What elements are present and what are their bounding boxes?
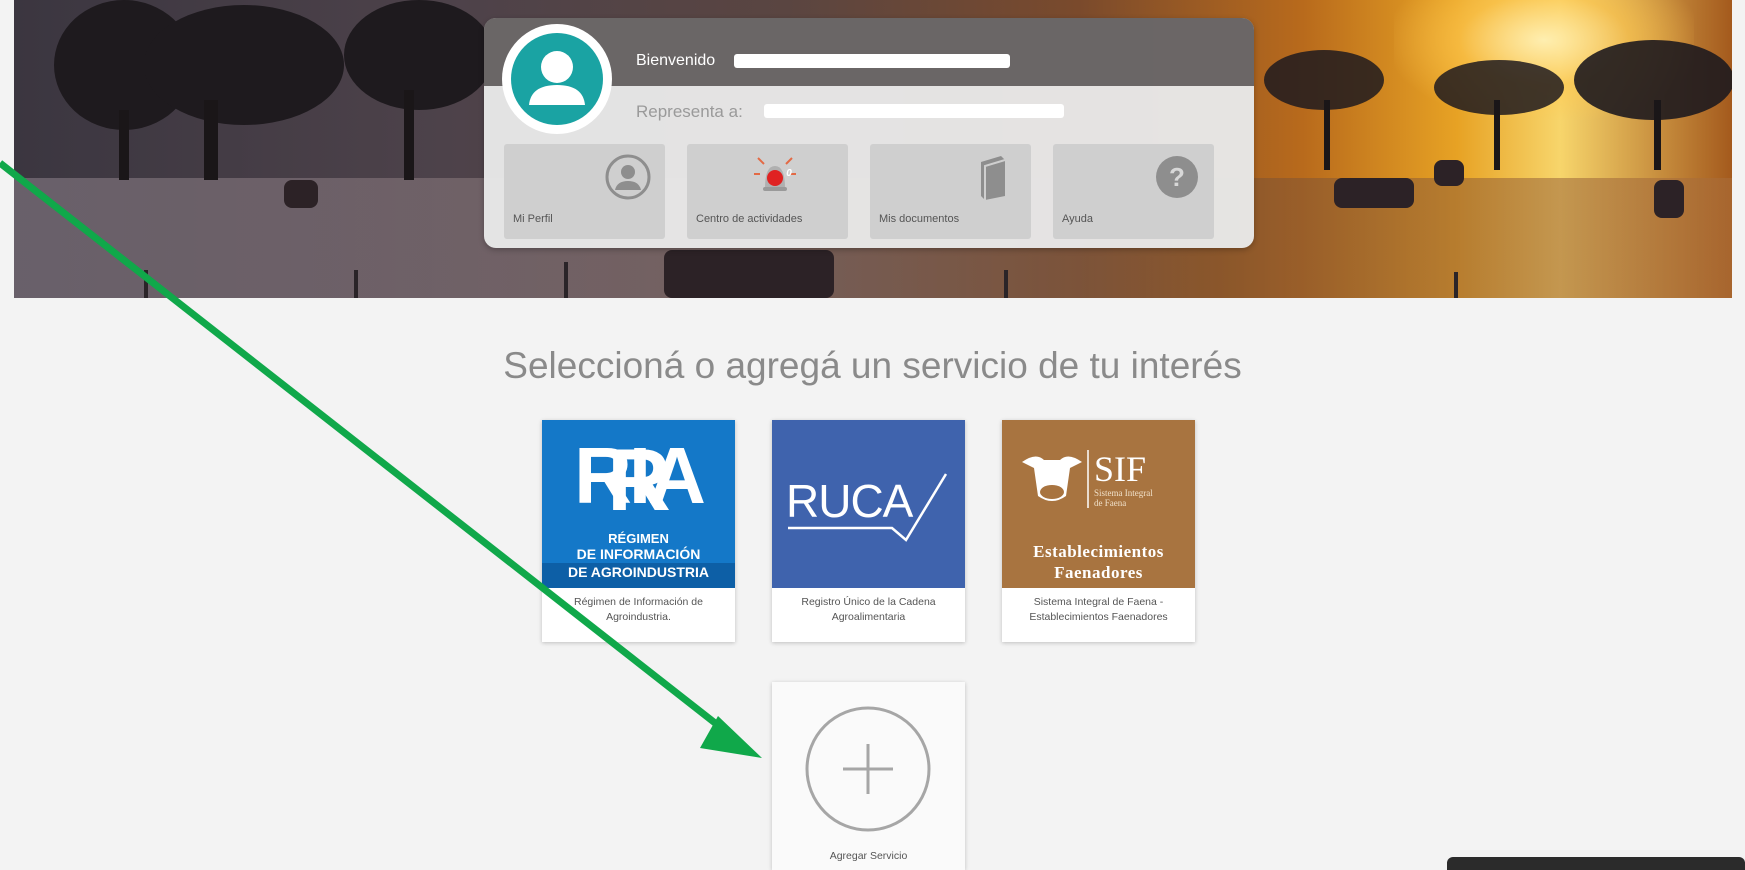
tile-label: Mis documentos bbox=[879, 213, 960, 225]
ria-banner-title: RIA bbox=[574, 431, 706, 520]
cow bbox=[1334, 178, 1414, 208]
fence-post bbox=[144, 270, 148, 298]
fence-post bbox=[1454, 272, 1458, 298]
tile-mi-perfil[interactable]: Mi Perfil bbox=[504, 144, 665, 239]
welcome-label: Bienvenido bbox=[636, 52, 716, 69]
represents-label: Representa a: bbox=[636, 102, 743, 121]
corner-widget[interactable] bbox=[1447, 857, 1745, 870]
tree bbox=[144, 5, 344, 125]
service-card-sif[interactable]: SIF Sistema Integral de Faena Establecim… bbox=[1002, 420, 1195, 642]
welcome-text: Bienvenido bbox=[636, 52, 715, 70]
ria-banner-text: RIA RÉGIMEN DE INFORMACIÓN DE AGROINDUST… bbox=[542, 420, 735, 588]
tree-trunk bbox=[204, 100, 218, 180]
sif-banner-small-2: de Faena bbox=[1094, 498, 1127, 508]
service-card-ria[interactable]: R RIA RÉGIMEN DE INFORMACIÓN DE AGROINDU… bbox=[542, 420, 735, 642]
redacted-represented-entity bbox=[764, 104, 1064, 118]
sif-banner-small-1: Sistema Integral bbox=[1094, 488, 1153, 498]
arrow-head bbox=[700, 716, 762, 758]
service-description: Sistema Integral de Faena - Establecimie… bbox=[1029, 596, 1168, 623]
ria-banner-line-1: RÉGIMEN bbox=[608, 531, 669, 546]
tree-trunk bbox=[1494, 100, 1500, 170]
fence-post bbox=[354, 270, 358, 298]
ria-banner-line-2: DE INFORMACIÓN bbox=[576, 546, 701, 562]
service-description: Régimen de Información de Agroindustria. bbox=[574, 596, 703, 623]
ria-banner-line-3: DE AGROINDUSTRIA bbox=[542, 563, 735, 588]
sif-banner-line-2: Faenadores bbox=[1054, 563, 1143, 582]
user-avatar-icon bbox=[511, 33, 603, 125]
user-circle-icon bbox=[605, 154, 651, 205]
cow bbox=[284, 180, 318, 208]
ruca-banner-title: RUCA bbox=[786, 475, 913, 527]
tree-trunk bbox=[1654, 100, 1661, 170]
tree-trunk bbox=[119, 110, 129, 180]
services-section-title: Seleccioná o agregá un servicio de tu in… bbox=[503, 345, 1242, 386]
tile-label: Mi Perfil bbox=[513, 213, 553, 225]
cow bbox=[664, 250, 834, 298]
profile-card: Bienvenido Representa a: Mi Perfil 0 Cen… bbox=[484, 18, 1254, 248]
help-circle-icon: ? bbox=[1154, 154, 1200, 205]
tree-trunk bbox=[1324, 100, 1330, 170]
represents-text: Representa a: bbox=[636, 102, 743, 122]
redacted-user-name bbox=[734, 54, 1010, 68]
tile-label: Ayuda bbox=[1062, 213, 1093, 225]
cow bbox=[1654, 180, 1684, 218]
add-service-label: Agregar Servicio bbox=[829, 850, 908, 862]
fence-post bbox=[1004, 270, 1008, 298]
notification-badge: 0 bbox=[786, 168, 792, 179]
sif-banner-title: SIF bbox=[1094, 449, 1147, 489]
plus-circle-icon bbox=[805, 706, 931, 832]
tile-ayuda[interactable]: ? Ayuda bbox=[1053, 144, 1214, 239]
add-service-card[interactable]: Agregar Servicio bbox=[772, 682, 965, 870]
sif-banner-line-1: Establecimientos bbox=[1033, 542, 1164, 561]
tree-trunk bbox=[404, 90, 414, 180]
service-description: Registro Único de la Cadena Agroalimenta… bbox=[801, 596, 936, 623]
tile-mis-documentos[interactable]: Mis documentos bbox=[870, 144, 1031, 239]
tree bbox=[344, 0, 494, 110]
svg-text:?: ? bbox=[1169, 162, 1185, 192]
tile-label: Centro de actividades bbox=[696, 213, 803, 225]
tree bbox=[1574, 40, 1732, 120]
tile-centro-de-actividades[interactable]: 0 Centro de actividades bbox=[687, 144, 848, 239]
service-card-ruca[interactable]: RUCA Registro Único de la Cadena Agroali… bbox=[772, 420, 965, 642]
avatar[interactable] bbox=[502, 24, 612, 134]
alarm-bell-icon bbox=[752, 154, 798, 205]
cow bbox=[1434, 160, 1464, 186]
fence-post bbox=[564, 262, 568, 298]
book-icon bbox=[971, 154, 1017, 205]
